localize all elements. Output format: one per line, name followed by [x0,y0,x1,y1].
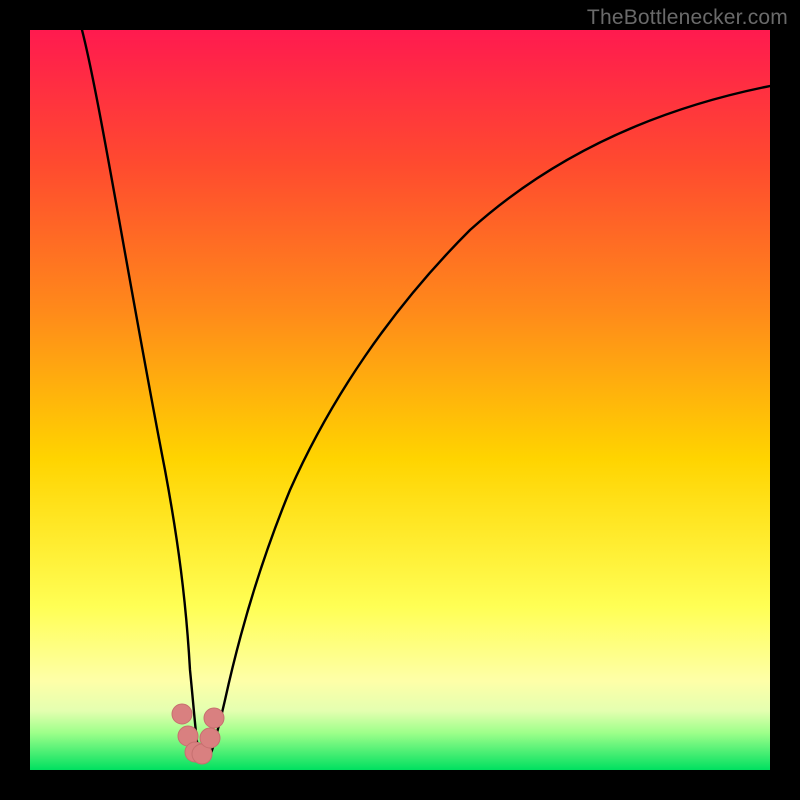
chart-frame: TheBottlenecker.com [0,0,800,800]
plot-area [30,30,770,770]
gradient-background [30,30,770,770]
watermark: TheBottlenecker.com [587,6,788,30]
chart-svg [30,30,770,770]
